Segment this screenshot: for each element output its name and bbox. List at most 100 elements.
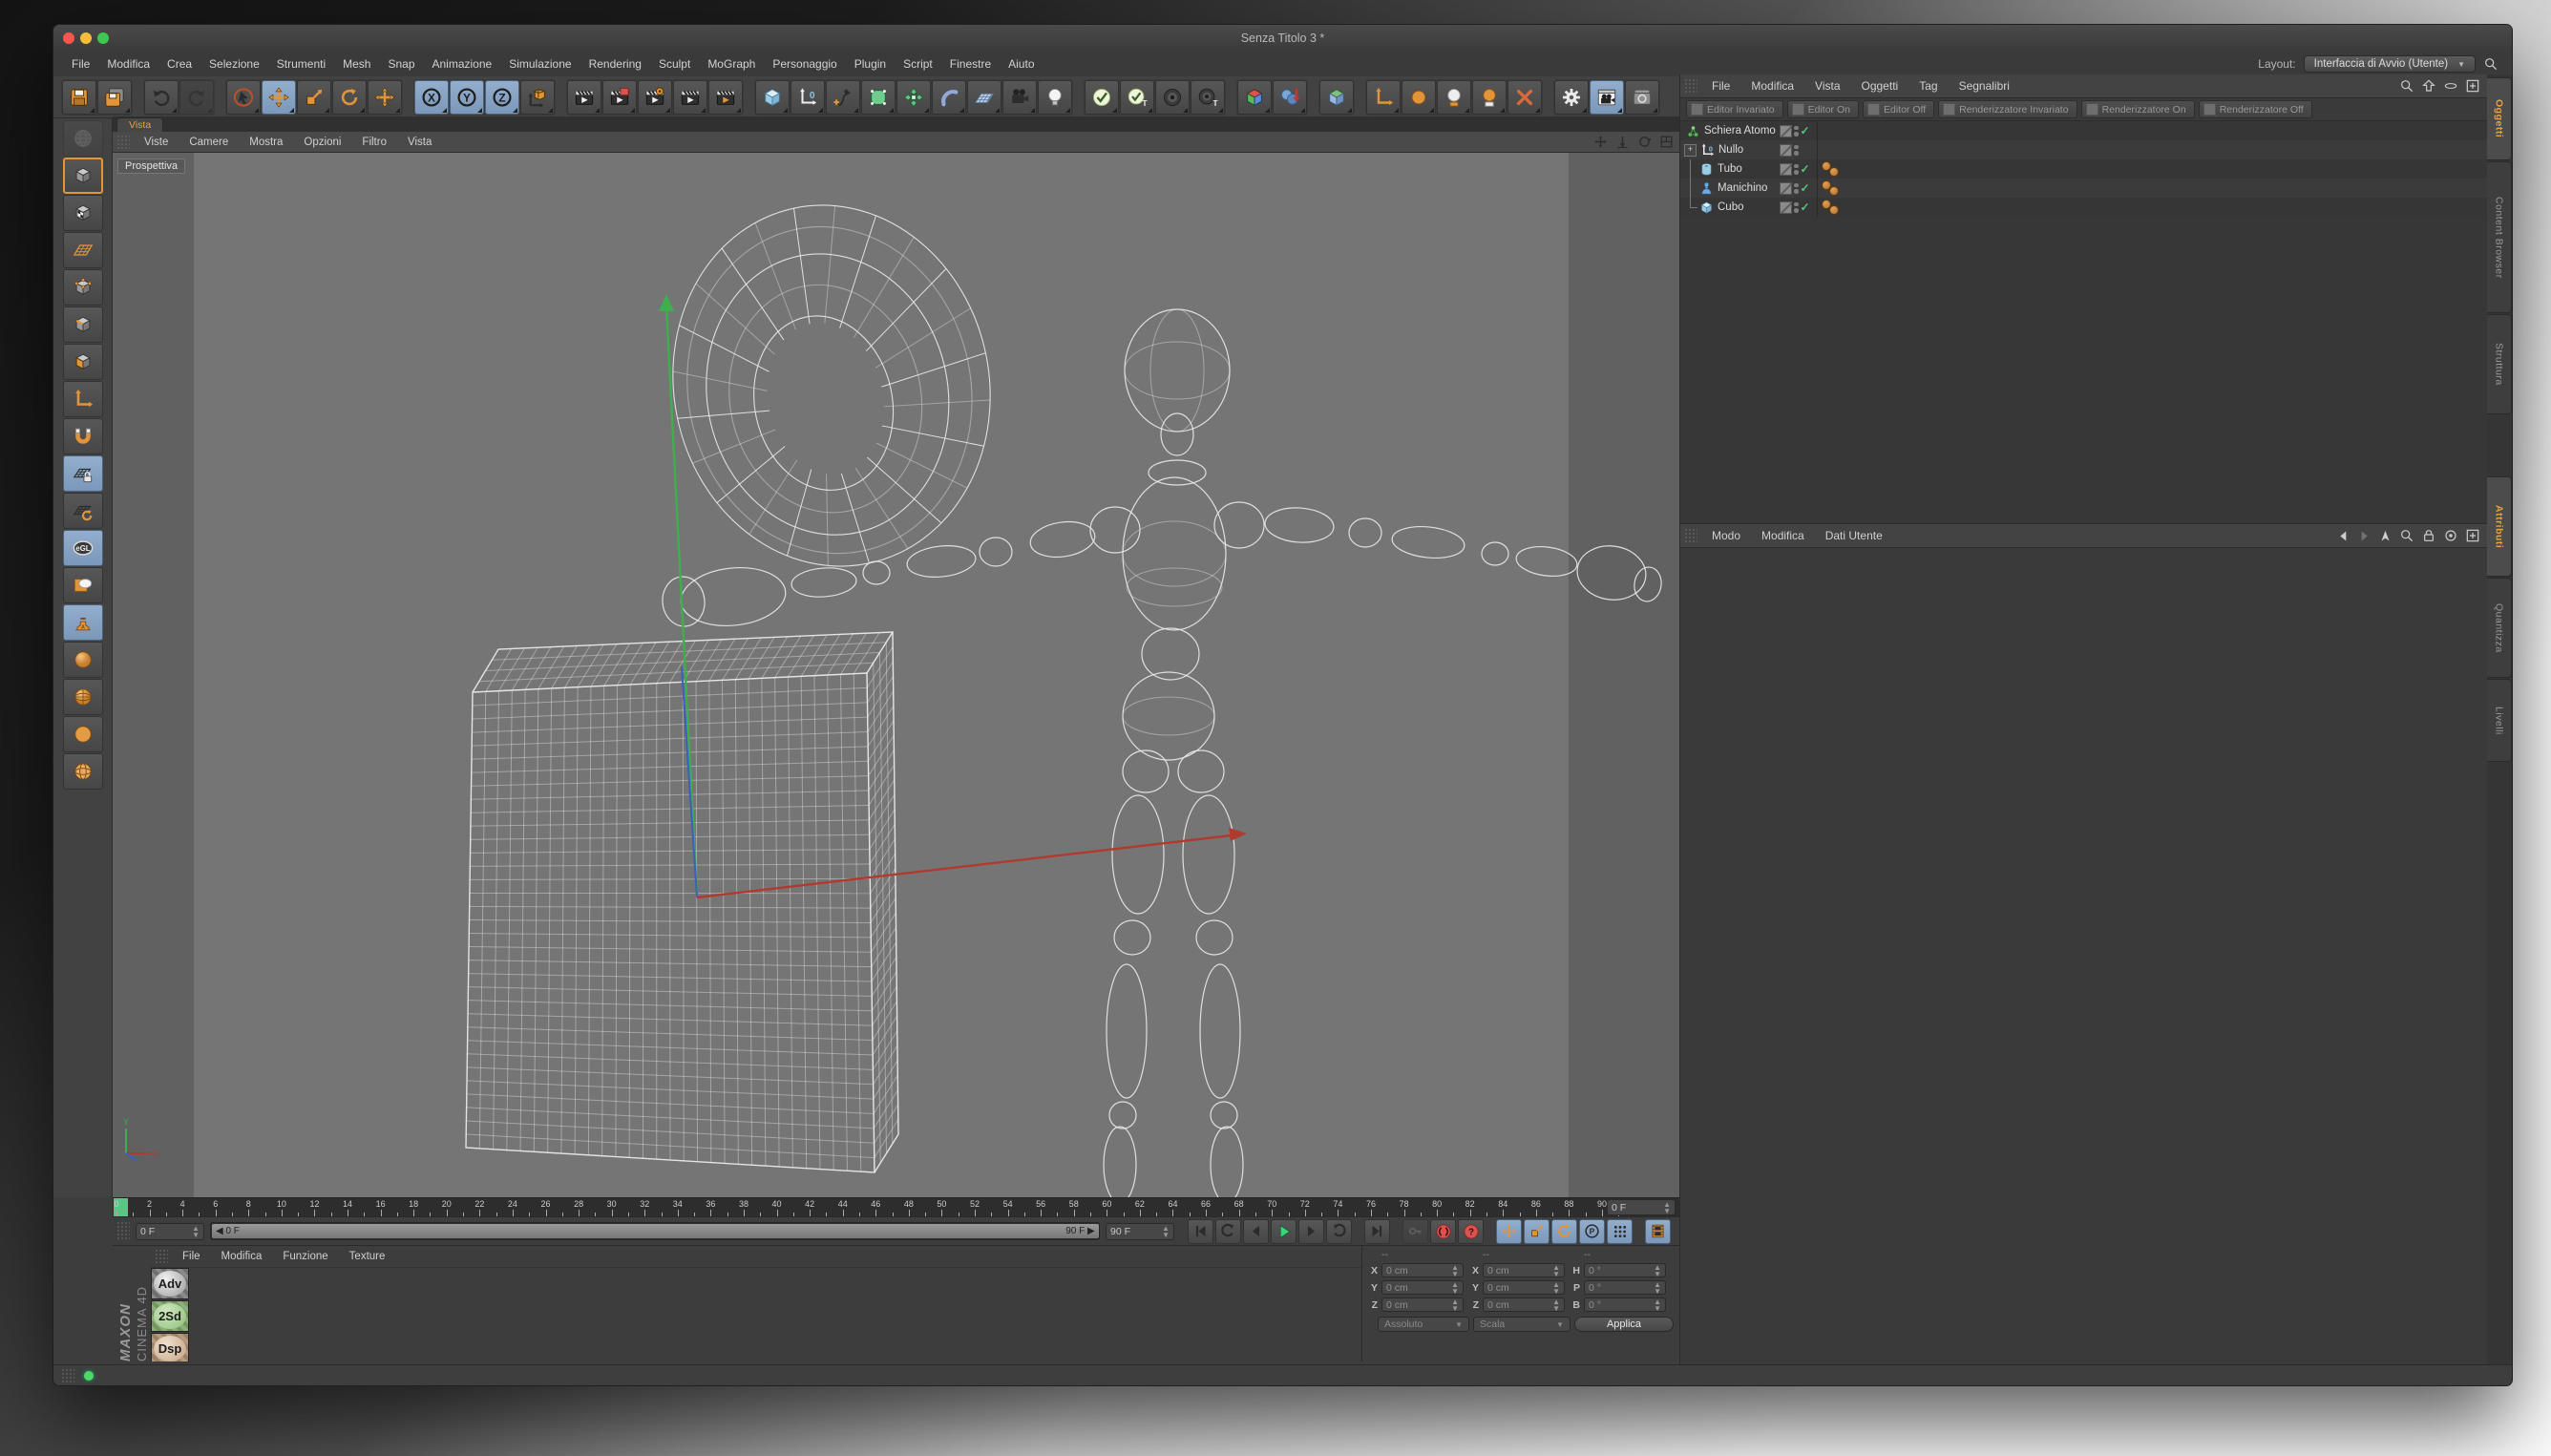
panel-grip[interactable] bbox=[1684, 78, 1697, 95]
object-label[interactable]: Manichino bbox=[1718, 182, 1767, 194]
menu-personaggio[interactable]: Personaggio bbox=[764, 53, 845, 75]
lock-icon[interactable] bbox=[2421, 528, 2436, 543]
tag-icons[interactable] bbox=[1822, 200, 1839, 215]
snap-2d-button[interactable] bbox=[1437, 80, 1471, 115]
range-end-field[interactable]: 90 F▲▼ bbox=[1106, 1223, 1174, 1240]
display-quickshade-button[interactable] bbox=[63, 679, 103, 715]
snap-toggle-button[interactable] bbox=[63, 418, 103, 454]
move-tool-button[interactable] bbox=[262, 80, 296, 115]
deformer-button[interactable] bbox=[896, 80, 931, 115]
next-key-button[interactable] bbox=[1326, 1219, 1352, 1244]
render-visibility-default-button[interactable] bbox=[1155, 80, 1190, 115]
tag-icons[interactable] bbox=[1822, 161, 1839, 177]
record-parameter-button[interactable]: P bbox=[1579, 1219, 1605, 1244]
material-thumb-dsp[interactable]: Dsp bbox=[151, 1333, 189, 1361]
material-thumb-2sd[interactable]: 2Sd bbox=[151, 1300, 189, 1332]
right-tab-quantizza[interactable]: Quantizza bbox=[2487, 578, 2512, 678]
preview-range-thumb[interactable]: ◀ 0 F 90 F ▶ bbox=[212, 1224, 1099, 1238]
attr-menu-dati-utente[interactable]: Dati Utente bbox=[1815, 529, 1893, 542]
lock-x-button[interactable]: X bbox=[414, 80, 449, 115]
right-tab-content-browser[interactable]: Content Browser bbox=[2487, 161, 2512, 313]
lock-y-button[interactable]: Y bbox=[450, 80, 484, 115]
rotate-view-icon[interactable] bbox=[1637, 135, 1652, 149]
position-z-field[interactable]: 0 cm▲▼ bbox=[1381, 1298, 1464, 1312]
editor-visibility-toggle-button[interactable]: T bbox=[1120, 80, 1154, 115]
preview-range-slider[interactable]: ◀ 0 F 90 F ▶ bbox=[210, 1222, 1100, 1240]
enabled-check-icon[interactable]: ✓ bbox=[1801, 124, 1810, 137]
menu-aiuto[interactable]: Aiuto bbox=[1000, 53, 1043, 75]
model-mode-button[interactable] bbox=[63, 158, 103, 194]
live-selection-button[interactable] bbox=[226, 80, 261, 115]
object-label[interactable]: Cubo bbox=[1718, 201, 1744, 213]
viewport-menu-filtro[interactable]: Filtro bbox=[351, 137, 397, 148]
render-queue-button[interactable] bbox=[708, 80, 743, 115]
tag-icons[interactable] bbox=[1822, 180, 1839, 196]
last-tool-button[interactable] bbox=[368, 80, 402, 115]
right-tab-attributi[interactable]: Attributi bbox=[2487, 476, 2512, 577]
rotation-h-field[interactable]: 0 °▲▼ bbox=[1584, 1263, 1666, 1277]
dolly-view-icon[interactable] bbox=[1615, 135, 1630, 149]
position-x-field[interactable]: 0 cm▲▼ bbox=[1381, 1263, 1464, 1277]
record-button[interactable] bbox=[1430, 1219, 1456, 1244]
layer-toggle-icon[interactable] bbox=[1780, 125, 1792, 137]
previous-key-button[interactable] bbox=[1215, 1219, 1241, 1244]
om-menu-modifica[interactable]: Modifica bbox=[1740, 79, 1804, 93]
record-scale-button[interactable] bbox=[1524, 1219, 1550, 1244]
viewport-menu-viste[interactable]: Viste bbox=[134, 137, 179, 148]
record-point-level-button[interactable] bbox=[1607, 1219, 1633, 1244]
apply-button[interactable]: Applica bbox=[1574, 1317, 1674, 1332]
keyframe-selection-button[interactable]: ? bbox=[1458, 1219, 1484, 1244]
visibility-toggles[interactable] bbox=[1780, 144, 1810, 157]
add-cube-button[interactable] bbox=[755, 80, 790, 115]
visibility-toggles[interactable]: ✓ bbox=[1780, 200, 1810, 214]
om-menu-file[interactable]: File bbox=[1701, 79, 1740, 93]
scale-x-field[interactable]: 0 cm▲▼ bbox=[1483, 1263, 1565, 1277]
autokey-button[interactable] bbox=[1402, 1219, 1428, 1244]
viewport-canvas[interactable]: Y X Prospettiva bbox=[113, 153, 1679, 1197]
object-label[interactable]: Nullo bbox=[1718, 144, 1743, 156]
play-button[interactable] bbox=[1271, 1219, 1297, 1244]
display-wireframe-button[interactable] bbox=[63, 753, 103, 790]
hud-stamp-button[interactable]: A bbox=[63, 604, 103, 641]
panel-grip[interactable] bbox=[1684, 528, 1697, 544]
lock-z-button[interactable]: Z bbox=[485, 80, 519, 115]
coordinate-mode-dropdown[interactable]: Assoluto▼ bbox=[1378, 1317, 1469, 1332]
floor-button[interactable] bbox=[967, 80, 1001, 115]
title-bar[interactable]: Senza Titolo 3 * bbox=[53, 25, 2512, 53]
previous-frame-button[interactable] bbox=[1243, 1219, 1269, 1244]
spline-pen-button[interactable] bbox=[826, 80, 860, 115]
pick-icon[interactable] bbox=[2378, 529, 2393, 543]
position-y-field[interactable]: 0 cm▲▼ bbox=[1381, 1280, 1464, 1295]
object-label[interactable]: Tubo bbox=[1718, 163, 1742, 175]
object-row-tubo[interactable]: Tubo ✓ bbox=[1680, 159, 2488, 179]
layout-dropdown[interactable]: Interfaccia di Avvio (Utente)▼ bbox=[2304, 55, 2476, 73]
rotate-tool-button[interactable] bbox=[332, 80, 367, 115]
menu-mograph[interactable]: MoGraph bbox=[699, 53, 764, 75]
menu-rendering[interactable]: Rendering bbox=[580, 53, 650, 75]
right-tab-struttura[interactable]: Struttura bbox=[2487, 314, 2512, 414]
visibility-toggles[interactable]: ✓ bbox=[1780, 124, 1810, 137]
coordinate-system-button[interactable] bbox=[520, 80, 555, 115]
modeling-settings-button[interactable] bbox=[1554, 80, 1589, 115]
goto-end-button[interactable] bbox=[1364, 1219, 1390, 1244]
edges-mode-button[interactable] bbox=[63, 306, 103, 343]
menu-animazione[interactable]: Animazione bbox=[424, 53, 501, 75]
filter-renderizzatore-on[interactable]: Renderizzatore On bbox=[2081, 100, 2195, 118]
layer-globe-button[interactable] bbox=[63, 120, 103, 157]
render-picture-viewer-button[interactable] bbox=[602, 80, 637, 115]
viewport-menu-mostra[interactable]: Mostra bbox=[239, 137, 293, 148]
filter-renderizzatore-off[interactable]: Renderizzatore Off bbox=[2199, 100, 2312, 118]
snapshot-button[interactable] bbox=[1625, 80, 1659, 115]
render-region-window-button[interactable] bbox=[1590, 80, 1624, 115]
scale-tool-button[interactable] bbox=[297, 80, 331, 115]
menu-simulazione[interactable]: Simulazione bbox=[500, 53, 580, 75]
snap-off-button[interactable] bbox=[1507, 80, 1542, 115]
om-menu-segnalibri[interactable]: Segnalibri bbox=[1949, 79, 2020, 93]
object-row-schiera-atomo[interactable]: Schiera Atomo ✓ bbox=[1680, 121, 2488, 140]
menu-mesh[interactable]: Mesh bbox=[334, 53, 379, 75]
menu-selezione[interactable]: Selezione bbox=[200, 53, 268, 75]
rotation-p-field[interactable]: 0 °▲▼ bbox=[1584, 1280, 1666, 1295]
enabled-check-icon[interactable]: ✓ bbox=[1801, 162, 1810, 176]
texture-mode-button[interactable] bbox=[63, 195, 103, 231]
workplane-button[interactable] bbox=[1319, 80, 1354, 115]
